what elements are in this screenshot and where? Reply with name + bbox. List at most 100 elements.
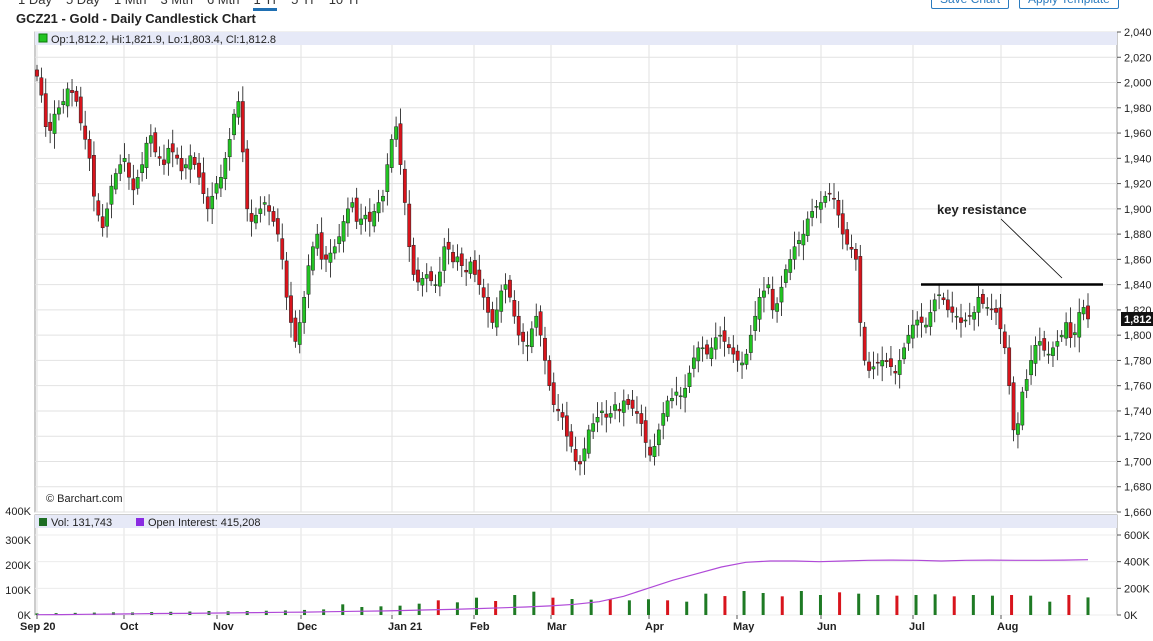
x-tick-label: Dec xyxy=(297,621,317,633)
candle-body xyxy=(140,164,144,173)
candle-body xyxy=(854,249,858,260)
candle-body xyxy=(705,344,709,355)
candle-body xyxy=(1002,331,1007,349)
candle-body xyxy=(967,315,972,317)
candle-body xyxy=(945,299,950,311)
candle-body xyxy=(43,93,48,127)
candle-body xyxy=(289,295,293,323)
candle-body xyxy=(902,347,906,360)
volume-bar xyxy=(1010,595,1014,615)
y-tick-label: 1,700 xyxy=(1124,456,1152,468)
candle-body xyxy=(65,88,70,107)
oi-legend: Open Interest: 415,208 xyxy=(148,517,261,529)
volume-bar xyxy=(685,601,689,615)
volume-bar xyxy=(1029,595,1033,615)
vol-right-tick-label: 200K xyxy=(1124,583,1150,595)
candle-body xyxy=(144,142,149,168)
candle-body xyxy=(1055,341,1060,347)
candle-body xyxy=(731,347,736,355)
candle-body xyxy=(442,246,447,271)
candle-body xyxy=(385,164,390,192)
volume-bar xyxy=(417,603,421,615)
volume-bar xyxy=(475,597,479,615)
candle-body xyxy=(963,319,968,322)
candle-body xyxy=(985,307,990,309)
candle-body xyxy=(122,158,127,162)
candle-body xyxy=(875,361,880,364)
candle-body xyxy=(372,211,377,227)
candle-body xyxy=(661,413,666,426)
candle-body xyxy=(1033,345,1038,364)
vol-left-tick-label: 0K xyxy=(18,610,32,622)
candle-body xyxy=(867,361,871,371)
candle-body xyxy=(976,297,981,313)
candle-body xyxy=(635,411,639,414)
candle-body xyxy=(827,192,832,195)
candle-body xyxy=(779,286,784,303)
candle-body xyxy=(446,241,451,250)
candle-body xyxy=(1037,341,1042,346)
candle-body xyxy=(998,307,1003,330)
key-resistance-label: key resistance xyxy=(937,202,1027,217)
candle-body xyxy=(586,429,591,454)
candle-body xyxy=(459,253,464,266)
price-chart[interactable]: 2,040 2,020 2,000 1,980 1,960 1,940 1,920 1,900… xyxy=(0,0,1153,641)
candle-body xyxy=(297,322,302,345)
vol-left-tick-label: 200K xyxy=(5,560,31,572)
volume-bar xyxy=(971,595,975,615)
candle-body xyxy=(486,297,490,313)
candle-body xyxy=(293,317,298,342)
volume-bar xyxy=(914,595,918,615)
candlestick-series xyxy=(35,64,1090,476)
candle-body xyxy=(275,218,280,235)
candle-body xyxy=(240,101,245,153)
vol-legend-swatch xyxy=(39,518,47,526)
candle-body xyxy=(687,372,692,387)
candle-body xyxy=(617,408,622,412)
x-tick-label: Feb xyxy=(470,621,490,633)
candle-body xyxy=(897,360,902,375)
candle-body xyxy=(48,121,53,131)
candle-body xyxy=(521,331,525,342)
candle-body xyxy=(254,214,258,224)
candle-body xyxy=(840,213,845,235)
candle-body xyxy=(424,274,429,279)
volume-bar xyxy=(761,593,765,615)
candle-body xyxy=(61,101,66,106)
candle-body xyxy=(735,350,740,361)
candle-body xyxy=(78,96,83,124)
candle-body xyxy=(564,415,569,437)
candle-body xyxy=(100,216,105,229)
candle-body xyxy=(1042,338,1047,351)
x-tick-label: Aug xyxy=(997,621,1018,633)
candle-body xyxy=(437,271,442,287)
volume-bar xyxy=(799,591,803,615)
candle-body xyxy=(284,260,289,298)
x-tick-label: Sep 20 xyxy=(20,621,55,633)
y-tick-label: 1,680 xyxy=(1124,482,1152,494)
y-tick-label: 2,000 xyxy=(1124,78,1152,90)
candle-body xyxy=(534,315,539,328)
candle-body xyxy=(109,185,114,205)
x-tick-label: Jun xyxy=(817,621,837,633)
candle-body xyxy=(381,195,385,202)
candle-body xyxy=(376,202,381,214)
candle-body xyxy=(630,399,635,409)
x-tick-label: Nov xyxy=(213,621,235,633)
candle-body xyxy=(153,132,158,153)
volume-bar xyxy=(952,596,956,615)
candle-body xyxy=(332,246,337,254)
candle-body xyxy=(1046,353,1051,356)
candle-body xyxy=(910,324,915,339)
candle-body xyxy=(722,330,727,342)
candle-body xyxy=(310,246,315,271)
y-tick-label: 1,860 xyxy=(1124,254,1152,266)
volume-bar xyxy=(1067,595,1071,615)
candle-body xyxy=(928,312,933,327)
barchart-watermark: © Barchart.com xyxy=(46,493,123,505)
vol-left-tick-label: 100K xyxy=(5,585,31,597)
candle-body xyxy=(915,319,920,326)
candle-body xyxy=(214,183,219,194)
x-tick-label: Oct xyxy=(120,621,139,633)
y-tick-label: 1,960 xyxy=(1124,128,1152,140)
